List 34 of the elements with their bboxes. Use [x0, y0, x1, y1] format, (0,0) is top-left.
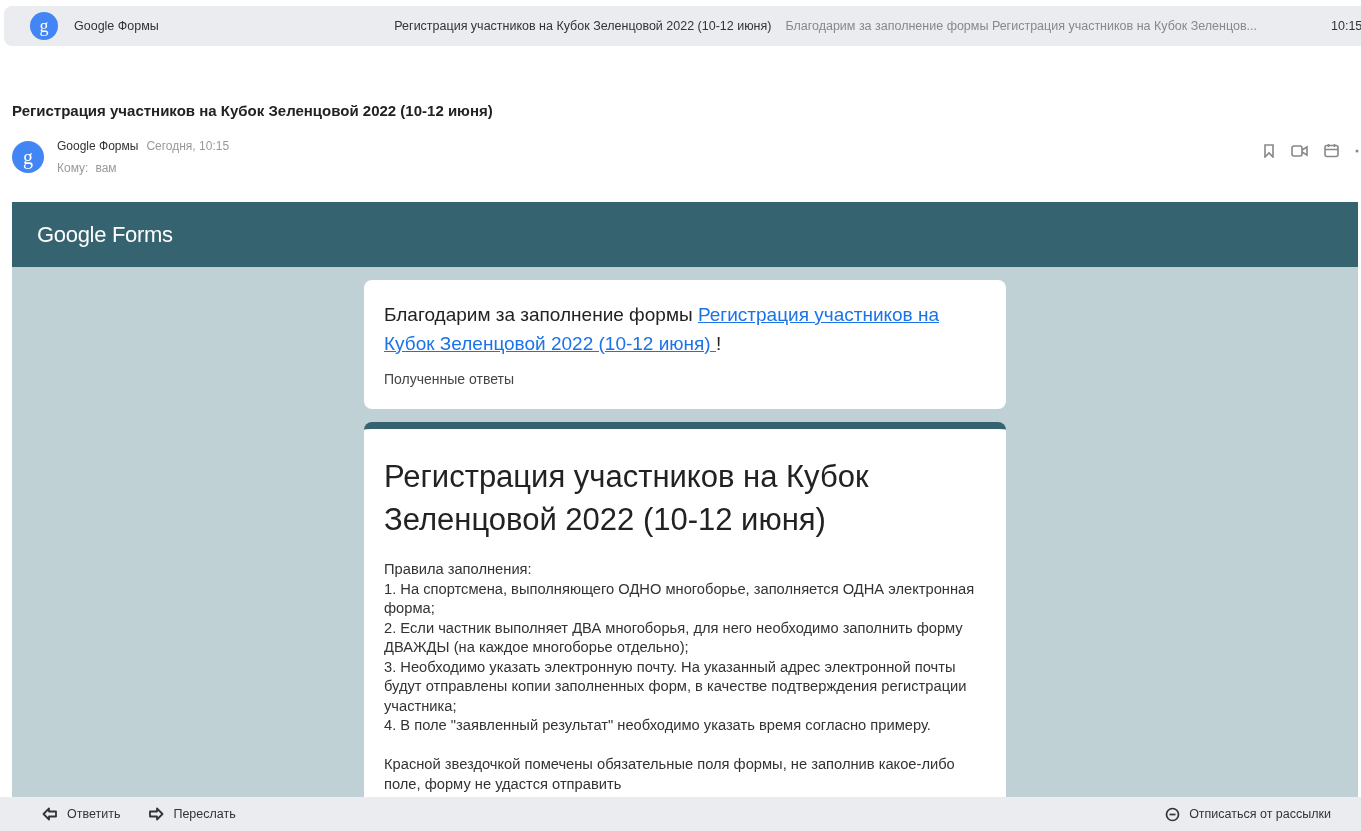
sender-name: Google Формы	[74, 19, 160, 33]
recipient-name: вам	[95, 161, 117, 175]
forward-arrow-icon	[148, 807, 165, 821]
message-time: 10:15	[1331, 19, 1361, 33]
sender-avatar-icon: g	[30, 12, 58, 40]
rules-text: Правила заполнения:	[384, 560, 533, 579]
sender-avatar-icon: g	[12, 141, 44, 173]
rules-text: 2. Если частник выполняет ДВА многоборья, для него необходимо заполнить форму ДВАЖДЫ (на каждое многоборье отдельно);	[384, 618, 964, 657]
message-list-row[interactable]: g Google Формы Регистрация участников на Кубок Зеленцовой 2022 (10-12 июня) Благодарим за заполнение формы Регистрация участников на Кубок Зеленцов... 10:15	[4, 6, 1361, 46]
rules-text: 4. В поле "заявленный результат" необходимо указать время согласно примеру.	[384, 716, 932, 735]
form-title: Регистрация участников на Кубок Зеленцовой 2022 (10-12 июня)	[384, 458, 870, 539]
bookmark-icon[interactable]	[1263, 143, 1275, 158]
message-subject: Регистрация участников на Кубок Зеленцовой 2022 (10-12 июня)	[393, 19, 772, 33]
sender-name: Google Формы	[57, 139, 139, 153]
reply-arrow-icon	[42, 807, 58, 821]
message-title: Регистрация участников на Кубок Зеленцовой 2022 (10-12 июня)	[12, 102, 494, 119]
recipient-label: Кому:	[57, 161, 89, 175]
rules-text: 1. На спортсмена, выполняющего ОДНО многоборье, заполняется ОДНА электронная форма;	[384, 579, 976, 618]
thanks-message: Благодарим за заполнение формы Регистрация участников на Кубок Зеленцовой 2022 (10-12 июня) !	[384, 303, 941, 356]
reply-button[interactable]: Ответить	[42, 807, 121, 821]
video-camera-icon[interactable]	[1291, 143, 1308, 158]
forward-button[interactable]: Переслать	[148, 807, 236, 821]
minus-circle-icon	[1165, 806, 1181, 822]
more-icon[interactable]	[1355, 148, 1359, 153]
google-forms-logo: Google Forms	[37, 221, 173, 248]
unsubscribe-button[interactable]: Отписаться от рассылки	[1165, 806, 1331, 822]
form-link[interactable]: Кубок Зеленцовой 2022 (10-12 июня)	[384, 333, 716, 354]
message-snippet: Благодарим за заполнение формы Регистрация участников на Кубок Зеленцов...	[785, 19, 1257, 33]
calendar-icon[interactable]	[1324, 143, 1339, 158]
form-link[interactable]: Регистрация участников на	[697, 304, 940, 325]
message-date: Сегодня, 10:15	[146, 139, 230, 153]
received-answers-text: Полученные ответы	[384, 371, 515, 387]
rules-text: 3. Необходимо указать электронную почту. На указанный адрес электронной почты будут отправлены копии заполненных форм, в качестве подтверждения регистрации участника;	[384, 657, 968, 716]
required-fields-note: Красной звездочкой помечены обязательные поля формы, не заполнив какое-либо поле, форму не удастся отправить	[384, 755, 956, 794]
